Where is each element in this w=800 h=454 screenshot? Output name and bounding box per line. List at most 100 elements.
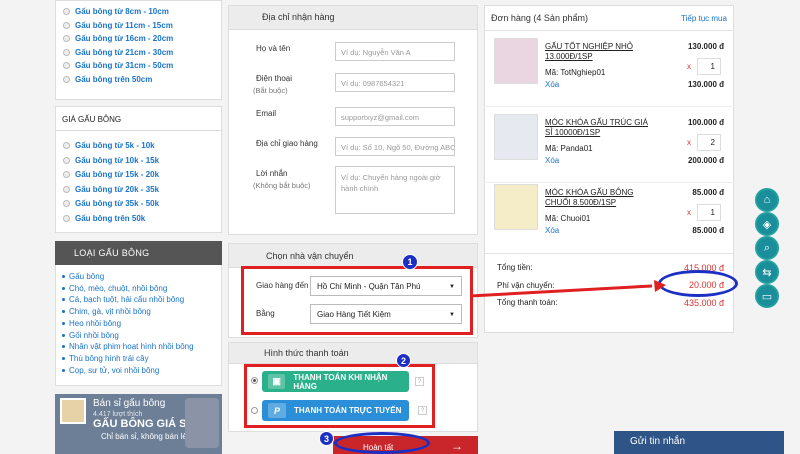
size-filter-item[interactable]: Gấu bông trên 50cm: [63, 75, 152, 84]
truck-icon[interactable]: ⇆: [755, 260, 779, 284]
category-label: Nhân vật phim hoạt hình nhồi bông: [69, 342, 194, 352]
bullet-icon: [62, 321, 65, 325]
filter-radio[interactable]: [63, 48, 70, 56]
category-link[interactable]: Nhân vật phim hoạt hình nhồi bông: [62, 342, 194, 351]
category-link[interactable]: Gấu bông: [62, 272, 104, 281]
category-title: LOẠI GẤU BÔNG: [74, 248, 150, 258]
message-optional-note: (Không bắt buộc): [253, 181, 311, 190]
cart-icon[interactable]: ▭: [755, 284, 779, 308]
price-filter-item[interactable]: Gấu bông trên 50k: [63, 214, 145, 223]
product-image[interactable]: [494, 38, 538, 84]
fb-likes: 4.417 lượt thích: [93, 411, 143, 418]
name-input[interactable]: Ví dụ: Nguyễn Văn A: [335, 42, 455, 61]
category-label: Chó, mèo, chuột, nhồi bông: [69, 283, 168, 293]
unit-price: 130.000 đ: [687, 42, 724, 51]
bullet-icon: [62, 275, 65, 278]
annotation-arrow: [469, 280, 666, 298]
filter-radio[interactable]: [63, 8, 70, 15]
price-filter-item[interactable]: Gấu bông từ 15k - 20k: [63, 170, 159, 179]
filter-radio[interactable]: [63, 35, 70, 42]
fb-banner-title: GẤU BÔNG GIÁ SỈ: [93, 418, 190, 430]
price-filter-item[interactable]: Gấu bông từ 5k - 10k: [63, 141, 155, 150]
line-total: 130.000 đ: [687, 80, 724, 89]
quantity-input[interactable]: 1: [697, 204, 721, 221]
category-link[interactable]: Thú bông hình trái cây: [62, 354, 149, 363]
quantity-input[interactable]: 1: [697, 58, 721, 75]
size-filter-item[interactable]: Gấu bông từ 11cm - 15cm: [63, 21, 173, 30]
product-name-line1[interactable]: MÓC KHÓA GẤU TRÚC GIÁ: [545, 118, 648, 128]
category-link[interactable]: Heo nhồi bông: [62, 319, 121, 328]
phone-input[interactable]: Ví dụ: 0987654321: [335, 73, 455, 92]
filter-radio[interactable]: [63, 142, 70, 149]
filter-radio[interactable]: [63, 75, 70, 83]
filter-label: Gấu bông từ 10k - 15k: [75, 155, 160, 165]
size-filter-item[interactable]: Gấu bông từ 31cm - 50cm: [63, 61, 173, 70]
price-filter-title: GIÁ GẤU BÔNG: [62, 115, 122, 124]
cart-summary-divider: [484, 253, 734, 254]
shield-icon[interactable]: ◈: [755, 212, 779, 236]
category-link[interactable]: Cá, bạch tuột, hải cẩu nhồi bông: [62, 295, 184, 304]
send-message-label: Gửi tin nhắn: [630, 436, 686, 447]
product-image[interactable]: [494, 184, 538, 230]
fb-page-avatar[interactable]: [60, 398, 86, 424]
shipping-fee-highlight-ellipse: [658, 270, 738, 297]
filter-radio[interactable]: [63, 214, 70, 222]
product-name-line1[interactable]: MÓC KHÓA GẤU BÔNG: [545, 188, 633, 198]
size-filter-item[interactable]: Gấu bông từ 8cm - 10cm: [63, 7, 169, 16]
remove-item-link[interactable]: Xóa: [545, 156, 559, 165]
category-label: Gối nhồi bông: [69, 330, 119, 340]
product-name-line1[interactable]: GẤU TỐT NGHIỆP NHỎ: [545, 42, 633, 52]
marker-1: 1: [402, 254, 418, 270]
category-link[interactable]: Gối nhồi bông: [62, 331, 119, 340]
send-message-button[interactable]: Gửi tin nhắn: [614, 431, 784, 454]
continue-shopping-link[interactable]: Tiếp tục mua: [681, 14, 727, 23]
shipping-highlight-box: [241, 266, 473, 335]
filter-radio[interactable]: [63, 62, 70, 69]
filter-radio[interactable]: [63, 185, 70, 193]
submit-highlight-ellipse: [334, 432, 430, 454]
cart-title: Đơn hàng (4 Sản phẩm): [491, 13, 588, 23]
price-filter-item[interactable]: Gấu bông từ 10k - 15k: [63, 156, 159, 165]
filter-radio[interactable]: [63, 200, 70, 207]
product-name-line2[interactable]: 13.000Đ/1SP: [545, 52, 593, 62]
multiply-sign: x: [687, 62, 691, 71]
address-input[interactable]: Ví dụ: Số 10, Ngõ 50, Đường ABC, Quận XY…: [335, 137, 455, 156]
category-link[interactable]: Cọp, sư tử, voi nhồi bông: [62, 366, 159, 375]
size-filter-item[interactable]: Gấu bông từ 16cm - 20cm: [63, 34, 173, 43]
fb-page-name[interactable]: Bán sỉ gấu bông: [93, 398, 165, 409]
filter-radio[interactable]: [63, 171, 70, 178]
category-link[interactable]: Chim, gà, vịt nhồi bông: [62, 307, 151, 316]
filter-radio[interactable]: [63, 156, 70, 164]
message-textarea[interactable]: Ví dụ: Chuyển hàng ngoài giờ hành chính: [335, 166, 455, 214]
product-name-line2[interactable]: SỈ 10000Đ/1SP: [545, 128, 600, 138]
remove-item-link[interactable]: Xóa: [545, 226, 559, 235]
category-link[interactable]: Chó, mèo, chuột, nhồi bông: [62, 284, 167, 293]
filter-radio[interactable]: [63, 21, 70, 29]
bullet-icon: [62, 298, 65, 302]
remove-item-link[interactable]: Xóa: [545, 80, 559, 89]
size-filter-item[interactable]: Gấu bông từ 21cm - 30cm: [63, 48, 173, 57]
price-filter-item[interactable]: Gấu bông từ 35k - 50k: [63, 199, 159, 208]
filter-label: Gấu bông từ 5k - 10k: [75, 141, 155, 150]
price-filter-item[interactable]: Gấu bông từ 20k - 35k: [63, 185, 159, 194]
subtotal-label: Tổng tiền:: [497, 263, 533, 272]
quantity-input[interactable]: 2: [697, 134, 721, 151]
product-image[interactable]: [494, 114, 538, 160]
address-label: Địa chỉ giao hàng: [256, 139, 318, 148]
filter-label: Gấu bông từ 15k - 20k: [75, 170, 160, 179]
item-divider: [484, 182, 734, 183]
product-name-line2[interactable]: CHUỐI 8.500Đ/1SP: [545, 198, 616, 208]
line-total: 200.000 đ: [687, 156, 724, 165]
bullet-icon: [62, 333, 65, 337]
email-input[interactable]: supportxyz@gmail.com: [335, 107, 455, 126]
home-icon[interactable]: ⌂: [755, 188, 779, 212]
price-title-divider: [55, 130, 222, 131]
facebook-widget[interactable]: Bán sỉ gấu bông 4.417 lượt thích GẤU BÔN…: [55, 394, 222, 454]
bullet-icon: [62, 310, 65, 314]
phone-required-note: (Bắt buộc): [253, 86, 288, 95]
line-total: 85.000 đ: [692, 226, 724, 235]
fb-banner-sub: Chỉ bán sỉ, không bán lẻ: [101, 432, 187, 441]
filter-label: Gấu bông từ 16cm - 20cm: [75, 34, 174, 43]
search-icon[interactable]: ⌕: [755, 236, 779, 260]
message-placeholder-line1: Ví dụ: Chuyển hàng ngoài giờ: [341, 173, 441, 182]
